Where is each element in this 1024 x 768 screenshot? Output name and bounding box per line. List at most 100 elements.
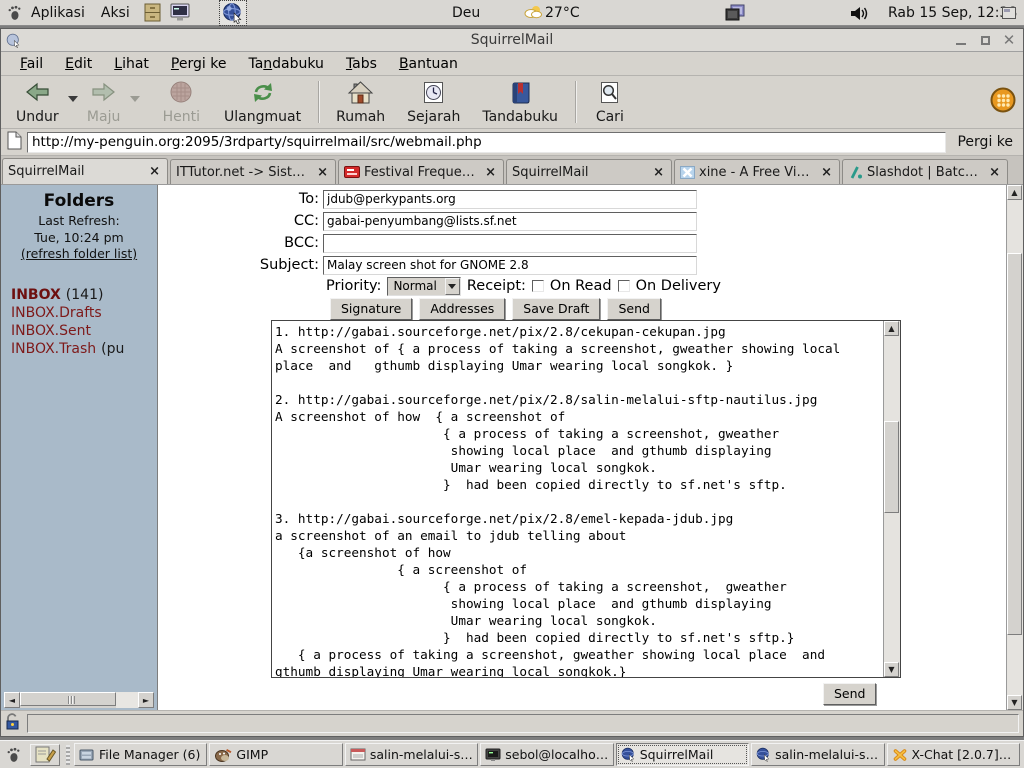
file-cabinet-launcher-icon[interactable] [140,1,166,25]
home-button[interactable]: Rumah [329,79,392,126]
scroll-left-icon[interactable]: ◄ [4,692,20,708]
go-button[interactable]: Pergi ke [951,132,1019,152]
folder-inbox-drafts[interactable]: INBOX.Drafts [11,305,157,321]
maximize-button[interactable] [975,32,995,48]
on-read-checkbox[interactable] [532,280,544,292]
terminal-icon [485,748,501,762]
bcc-input[interactable] [323,234,697,253]
scroll-up-icon[interactable]: ▲ [884,321,899,336]
to-input[interactable] [323,190,697,209]
tab-close-icon[interactable]: × [819,165,834,180]
folder-inbox[interactable]: INBOX(141) [11,287,157,303]
send-button-top[interactable]: Send [607,298,660,320]
menu-fail[interactable]: Fail [11,54,52,74]
taskbar-item-salin-sftp-1[interactable]: salin-melalui-sftp-n [345,743,478,766]
refresh-folder-list-link[interactable]: (refresh folder list) [1,246,157,261]
terminal-launcher-icon[interactable] [168,1,194,25]
web-browser-launcher-icon[interactable] [220,1,246,25]
signature-button[interactable]: Signature [330,298,412,320]
scrollbar-track[interactable] [116,692,138,708]
sidebar-horizontal-scrollbar[interactable]: ◄ ► [4,692,154,708]
tab-close-icon[interactable]: × [147,164,162,179]
scrollbar-thumb[interactable] [1007,253,1022,635]
scroll-up-icon[interactable]: ▲ [1007,185,1022,200]
menu-pergi-ke[interactable]: Pergi ke [162,54,236,74]
message-body-area: 1. http://gabai.sourceforge.net/pix/2.8/… [271,320,901,678]
cloud-icon [523,4,543,23]
tab-xine[interactable]: xine - A Free Video ... × [674,159,840,184]
bookmark-icon [508,81,533,108]
scrollbar-thumb[interactable] [884,421,899,513]
send-button-bottom[interactable]: Send [823,683,876,705]
taskbar-item-salin-sftp-2[interactable]: salin-melalui-sftp-n [751,743,884,766]
scrollbar-thumb[interactable] [20,692,116,706]
taskbar-item-gimp[interactable]: GIMP [209,743,342,766]
lock-open-icon [5,712,22,735]
message-body-textarea[interactable]: 1. http://gabai.sourceforge.net/pix/2.8/… [272,321,883,677]
folder-inbox-trash[interactable]: INBOX.Trash(pu [11,341,157,357]
scroll-down-icon[interactable]: ▼ [884,662,899,677]
stop-button[interactable]: Henti [156,79,207,126]
url-input[interactable] [27,132,946,153]
gimp-icon [214,748,232,762]
titlebar[interactable]: SquirrelMail ✕ [1,29,1023,52]
forward-button[interactable]: Maju [80,79,128,126]
tab-close-icon[interactable]: × [315,165,330,180]
subject-input[interactable] [323,256,697,275]
folder-inbox-sent[interactable]: INBOX.Sent [11,323,157,339]
tab-close-icon[interactable]: × [483,165,498,180]
menu-lihat[interactable]: Lihat [105,54,158,74]
workspace-switcher-icon[interactable] [724,0,747,26]
textarea-vertical-scrollbar[interactable]: ▲ ▼ [883,321,900,677]
search-button[interactable]: Cari [586,79,634,126]
tab-close-icon[interactable]: × [987,165,1002,180]
reload-icon [249,81,277,108]
speaker-icon[interactable] [849,0,872,26]
tab-close-icon[interactable]: × [651,165,666,180]
close-button[interactable]: ✕ [999,32,1019,48]
reload-button[interactable]: Ulangmuat [217,79,308,126]
menu-edit[interactable]: Edit [56,54,101,74]
tab-festival[interactable]: Festival Frequently... × [338,159,504,184]
web-browser-icon [756,747,771,762]
tab-squirrelmail-2[interactable]: SquirrelMail × [506,159,672,184]
toolbar-separator [318,81,319,123]
gnome-foot-icon[interactable] [5,746,22,764]
history-button[interactable]: Sejarah [400,79,467,126]
menu-bantuan[interactable]: Bantuan [390,54,467,74]
taskbar-item-xchat[interactable]: X-Chat [2.0.7]: sebol [887,743,1020,766]
tab-squirrelmail-1[interactable]: SquirrelMail × [2,158,168,184]
minimize-button[interactable] [951,32,971,48]
url-bar: Pergi ke [1,129,1023,156]
tab-ittutor[interactable]: ITTutor.net -> Sistem ... × [170,159,336,184]
menu-tabs[interactable]: Tabs [337,54,386,74]
taskbar-item-terminal[interactable]: sebol@localhost:~/ [480,743,613,766]
addresses-button[interactable]: Addresses [419,298,505,320]
save-draft-button[interactable]: Save Draft [512,298,600,320]
scroll-down-icon[interactable]: ▼ [1007,695,1022,710]
back-dropdown-icon[interactable] [66,79,80,119]
weather-applet[interactable]: 27°C [523,0,580,26]
menu-aksi[interactable]: Aksi [93,3,138,23]
priority-select[interactable]: Normal [387,277,460,296]
panel-end-icon[interactable] [1002,0,1016,26]
taskbar-item-file-manager[interactable]: File Manager (6) [74,743,207,766]
page-vertical-scrollbar[interactable]: ▲ ▼ [1006,185,1023,710]
keyboard-indicator[interactable]: Deu [452,0,480,26]
scroll-right-icon[interactable]: ► [138,692,154,708]
stop-icon [169,81,194,108]
menu-aplikasi[interactable]: Aplikasi [23,3,93,23]
back-button[interactable]: Undur [9,79,66,126]
menu-tandabuku[interactable]: Tandabuku [239,54,332,74]
notes-applet-icon[interactable] [30,744,60,766]
last-refresh-label: Last Refresh: [1,213,157,228]
tab-slashdot[interactable]: Slashdot | Batch-o... × [842,159,1008,184]
taskbar-item-squirrelmail[interactable]: SquirrelMail [616,743,749,766]
forward-dropdown-icon[interactable] [128,79,142,119]
tasklist-handle[interactable] [66,745,70,765]
clock[interactable]: Rab 15 Sep, 12:38 [888,0,1017,26]
cc-input[interactable] [323,212,697,231]
on-delivery-checkbox[interactable] [618,280,630,292]
gnome-foot-icon[interactable] [6,4,23,22]
bookmarks-button[interactable]: Tandabuku [475,79,564,126]
